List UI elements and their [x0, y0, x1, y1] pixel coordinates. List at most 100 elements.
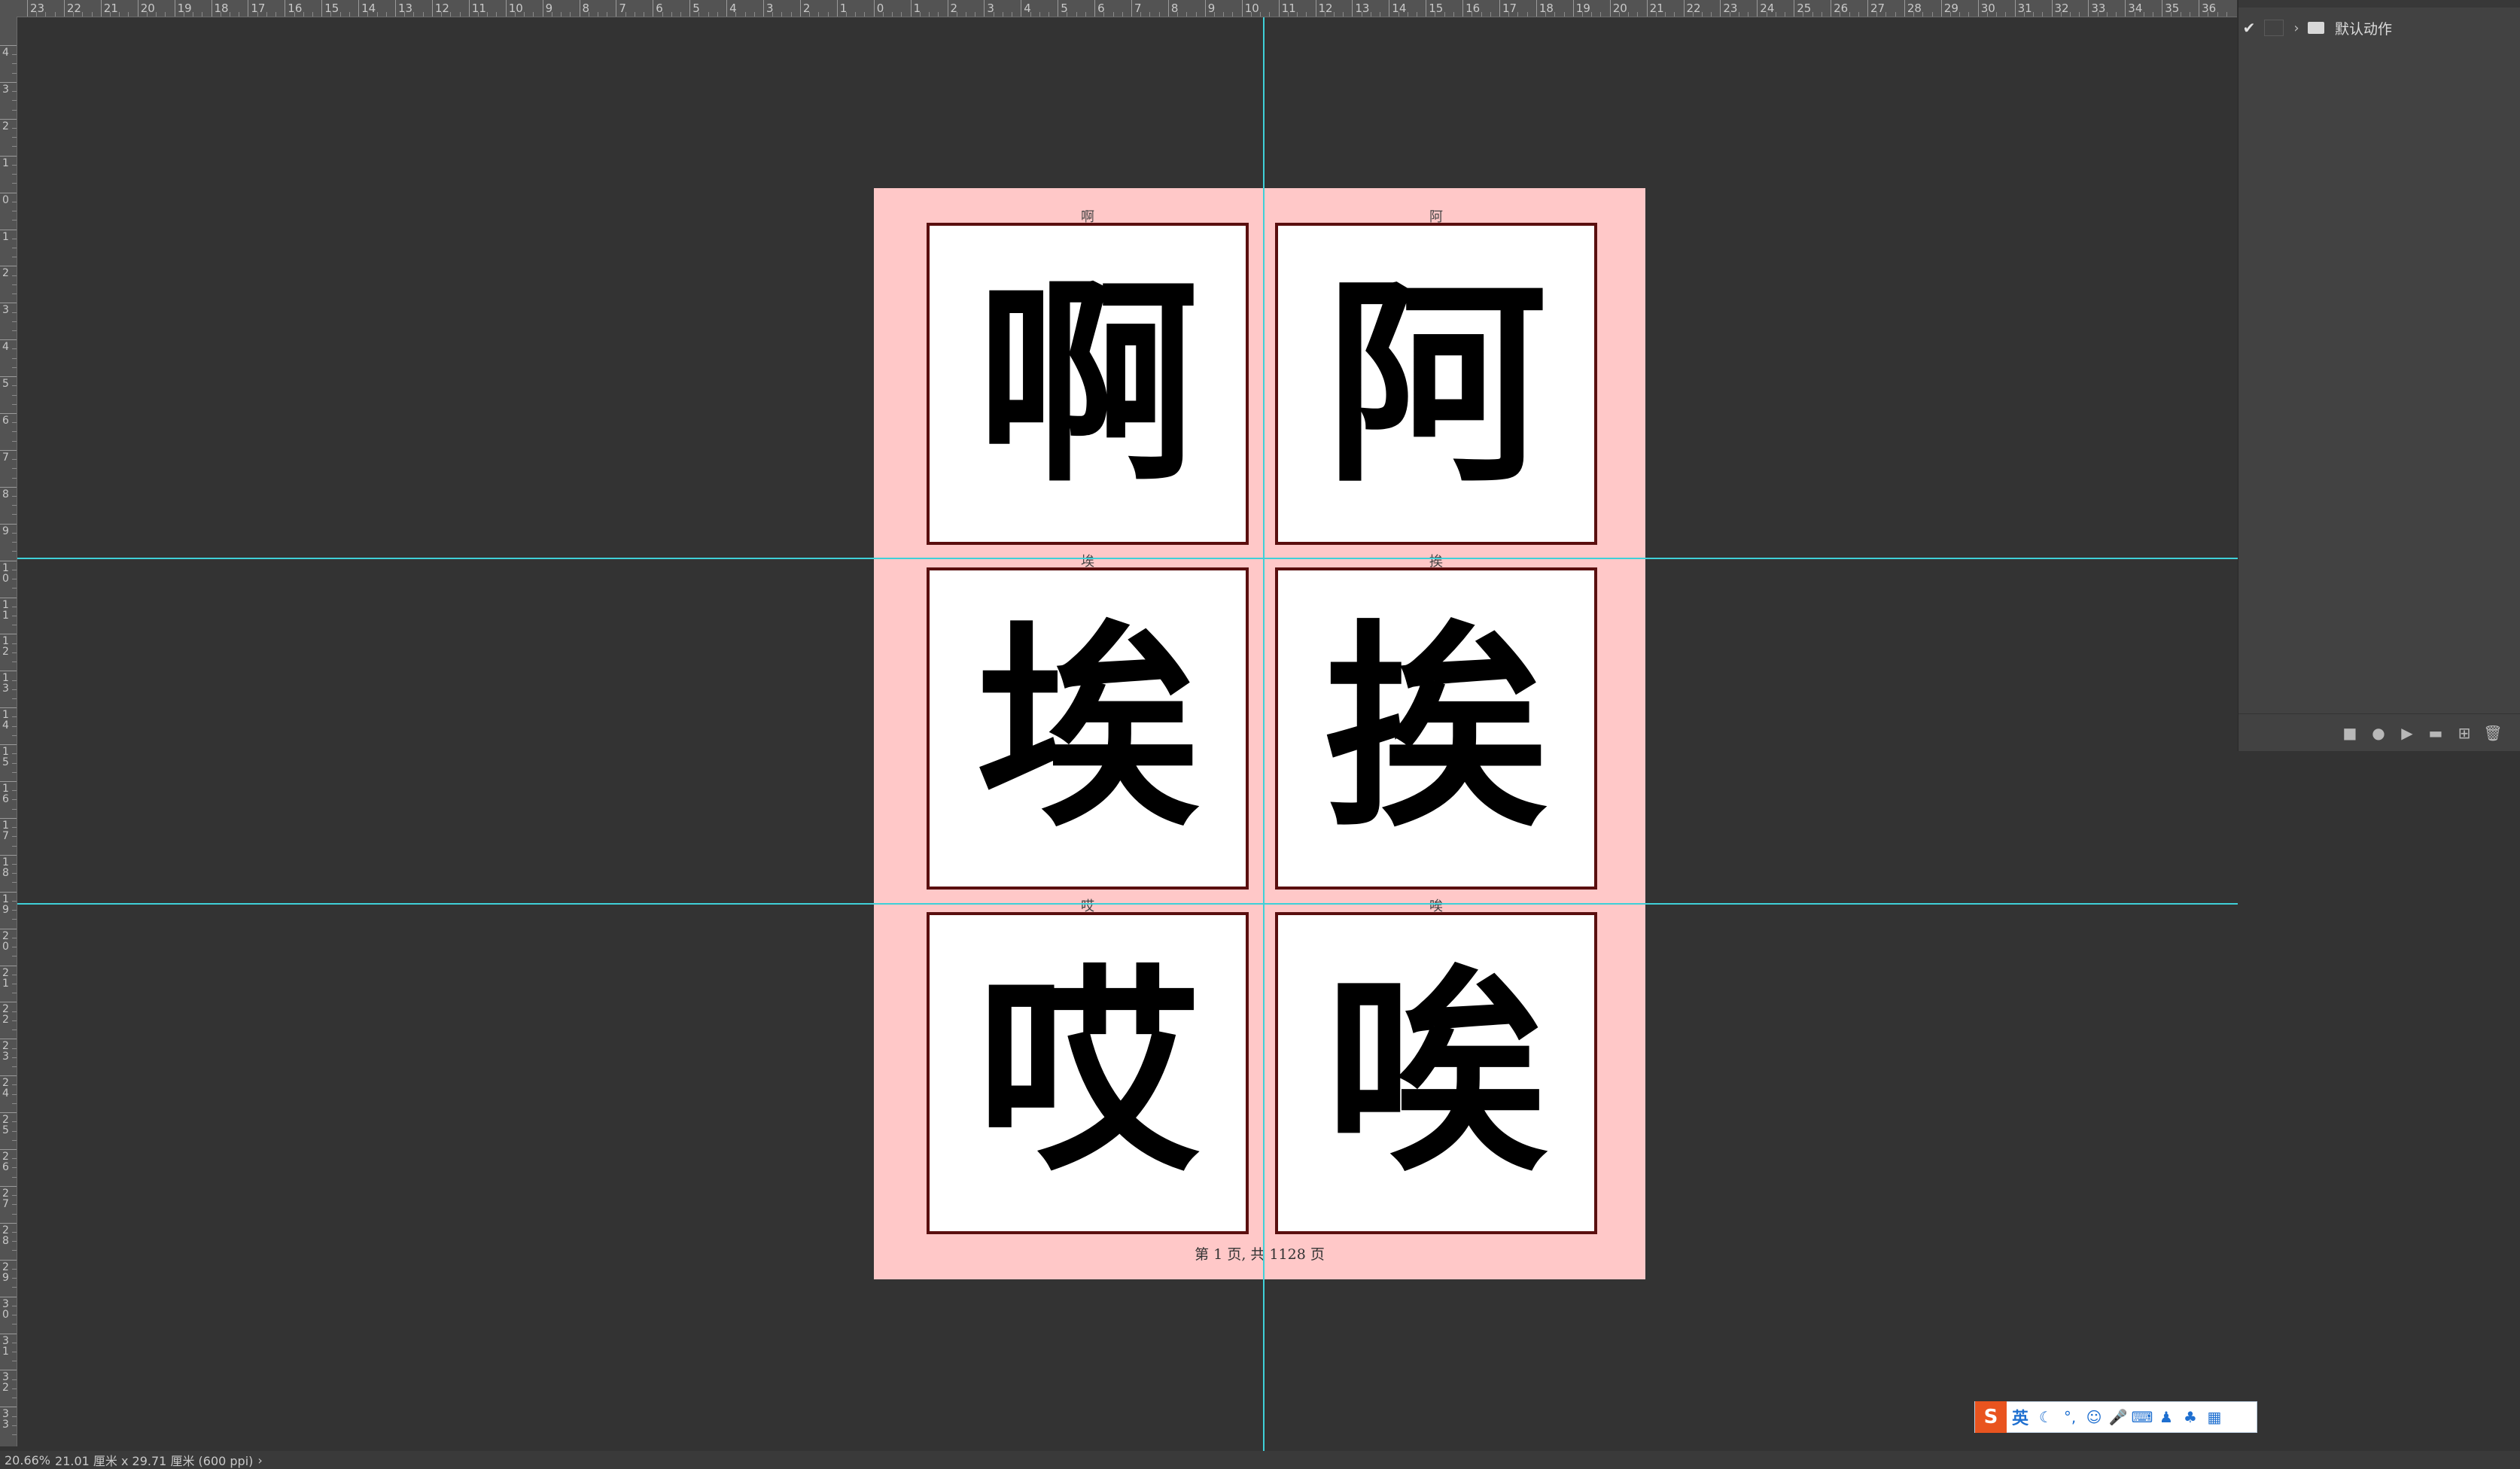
- horizontal-ruler[interactable]: 23 22 21 20 19 18 17 16 15 14 13 12 11 10 9 8 7 6 5 4 3 2 1 0 1 2…: [17, 0, 2237, 17]
- ruler-tick-label: 11: [471, 2, 486, 15]
- ruler-minor-tick: [533, 12, 534, 17]
- horizontal-guide[interactable]: [17, 558, 2238, 559]
- ruler-minor-tick: [2069, 12, 2071, 17]
- ruler-tick-label: 36: [2202, 2, 2217, 15]
- user-icon[interactable]: ♟: [2154, 1408, 2178, 1426]
- grid-icon[interactable]: ▦: [2202, 1408, 2226, 1426]
- ruler-minor-tick: [1343, 12, 1344, 17]
- dialog-toggle-box[interactable]: [2264, 20, 2284, 36]
- ruler-minor-tick: [12, 1250, 17, 1252]
- ruler-tick: 27: [1867, 0, 1885, 17]
- ruler-minor-tick: [266, 12, 267, 17]
- moon-icon[interactable]: ☾: [2034, 1408, 2058, 1426]
- ruler-minor-tick: [450, 12, 452, 17]
- vertical-ruler[interactable]: 4 3 2 1 0 1 2 3 4 5 6 7 8 9 10 11 12 13 14 15 16 17 18 19 20 21 22…: [0, 17, 17, 1446]
- ruler-minor-tick: [1250, 12, 1252, 17]
- ruler-tick: 13: [1352, 0, 1369, 17]
- ruler-tick-label: 32: [2, 1371, 9, 1394]
- ruler-tick-label: 22: [1686, 2, 1701, 15]
- ruler-tick: 18: [0, 854, 17, 878]
- expand-chevron-icon[interactable]: ›: [2288, 20, 2305, 36]
- ruler-minor-tick: [1140, 12, 1142, 17]
- ime-toolbar[interactable]: S 英 ☾ °, ☺ 🎤 ⌨ ♟ ♣ ▦: [1974, 1401, 2257, 1433]
- ime-language-toggle[interactable]: 英: [2007, 1405, 2034, 1429]
- shirt-icon[interactable]: ♣: [2178, 1408, 2202, 1426]
- folder-icon[interactable]: ▬: [2421, 724, 2450, 742]
- ruler-minor-tick: [12, 109, 17, 111]
- ime-logo[interactable]: S: [1975, 1401, 2007, 1433]
- ruler-minor-tick: [1711, 12, 1712, 17]
- new-action-icon[interactable]: ⊞: [2450, 724, 2479, 742]
- ruler-minor-tick: [1195, 12, 1197, 17]
- ruler-tick: 24: [0, 1075, 17, 1099]
- zoom-level[interactable]: 20.66%: [5, 1453, 50, 1467]
- ruler-minor-tick: [156, 12, 157, 17]
- ruler-tick: 21: [100, 0, 118, 17]
- ruler-minor-tick: [1508, 12, 1510, 17]
- ruler-minor-tick: [12, 128, 17, 129]
- ruler-minor-tick: [1885, 12, 1887, 17]
- ruler-minor-tick: [91, 12, 93, 17]
- ruler-minor-tick: [735, 12, 737, 17]
- ruler-tick: 1: [0, 155, 17, 169]
- ruler-minor-tick: [303, 12, 304, 17]
- document-page[interactable]: 啊 啊 阿 阿 埃 埃 挨 挨 哎 哎 唉 唉 第 1 页, 共 1128 页: [874, 188, 1645, 1279]
- ruler-corner[interactable]: [0, 0, 17, 17]
- ruler-minor-tick: [1517, 12, 1519, 17]
- panel-tabs[interactable]: [2238, 0, 2520, 8]
- glyph-card: 挨: [1275, 567, 1597, 890]
- actions-panel: ✔ › 默认动作 ■ ● ▶ ▬ ⊞ 🗑: [2238, 0, 2520, 751]
- ruler-tick-label: 12: [434, 2, 449, 15]
- ruler-minor-tick: [1812, 12, 1813, 17]
- ruler-minor-tick: [12, 321, 17, 322]
- ruler-minor-tick: [12, 514, 17, 516]
- page-footer: 第 1 页, 共 1128 页: [1195, 1246, 1325, 1263]
- ruler-tick-label: 19: [1575, 2, 1590, 15]
- toggle-check-icon[interactable]: ✔: [2238, 19, 2260, 37]
- ruler-minor-tick: [1674, 12, 1675, 17]
- ruler-minor-tick: [2005, 12, 2007, 17]
- record-icon[interactable]: ●: [2364, 724, 2393, 742]
- ruler-minor-tick: [12, 91, 17, 93]
- ruler-minor-tick: [348, 12, 350, 17]
- calligraphy-glyph: 挨: [1325, 601, 1548, 856]
- ruler-tick: 4: [0, 45, 17, 58]
- ruler-tick: 31: [2014, 0, 2032, 17]
- vertical-guide[interactable]: [1263, 17, 1265, 1451]
- trash-icon[interactable]: 🗑: [2479, 724, 2507, 742]
- punctuation-icon[interactable]: °,: [2058, 1408, 2082, 1426]
- ruler-minor-tick: [12, 956, 17, 957]
- ruler-minor-tick: [459, 12, 461, 17]
- ruler-minor-tick: [1076, 12, 1077, 17]
- ruler-tick-label: 30: [1980, 2, 1995, 15]
- ruler-tick: 7: [0, 449, 17, 463]
- ruler-minor-tick: [12, 698, 17, 699]
- status-arrow-icon[interactable]: ›: [257, 1453, 262, 1467]
- ruler-tick-label: 21: [2, 966, 9, 990]
- keyboard-icon[interactable]: ⌨: [2130, 1408, 2154, 1426]
- ruler-minor-tick: [1922, 12, 1924, 17]
- ruler-minor-tick: [12, 183, 17, 184]
- ruler-minor-tick: [1085, 12, 1086, 17]
- emoji-icon[interactable]: ☺: [2082, 1408, 2106, 1426]
- ruler-minor-tick: [12, 873, 17, 874]
- microphone-icon[interactable]: 🎤: [2106, 1408, 2130, 1426]
- ruler-minor-tick: [12, 1048, 17, 1049]
- document-size: 21.01 厘米 x 29.71 厘米 (600 ppi): [55, 1454, 254, 1468]
- calligraphy-glyph: 哎: [976, 945, 1199, 1201]
- play-icon[interactable]: ▶: [2393, 724, 2421, 742]
- ruler-tick-label: 13: [1355, 2, 1370, 15]
- horizontal-guide[interactable]: [17, 903, 2238, 905]
- stop-icon[interactable]: ■: [2336, 724, 2364, 742]
- ruler-minor-tick: [12, 689, 17, 690]
- action-set-row[interactable]: ✔ › 默认动作: [2238, 15, 2520, 41]
- ruler-tick-label: 15: [2, 746, 9, 769]
- ruler-minor-tick: [1655, 12, 1657, 17]
- ruler-tick-label: 18: [1538, 2, 1554, 15]
- ruler-tick-label: 27: [1870, 2, 1885, 15]
- ruler-tick: 17: [0, 817, 17, 841]
- ruler-minor-tick: [12, 1232, 17, 1233]
- ruler-minor-tick: [422, 12, 424, 17]
- ruler-minor-tick: [1177, 12, 1179, 17]
- ruler-minor-tick: [882, 12, 884, 17]
